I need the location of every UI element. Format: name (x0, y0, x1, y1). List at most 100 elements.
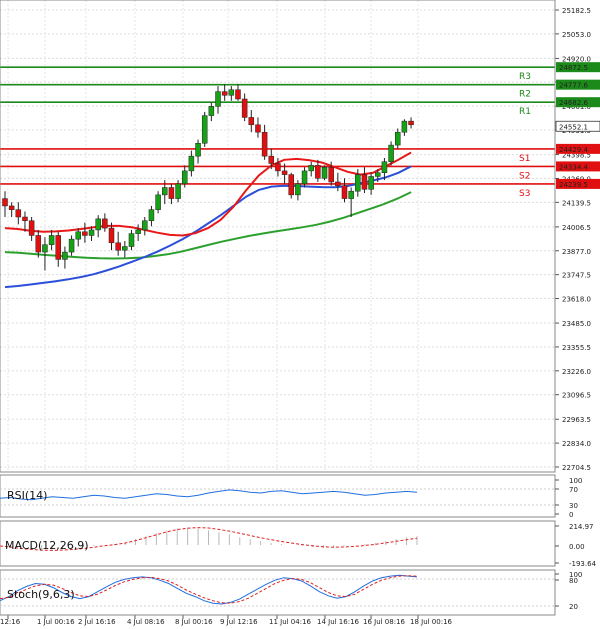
price-tick-label: 22704.5 (562, 464, 591, 472)
level-label-r3: R3 (519, 72, 531, 82)
candle-body (288, 174, 294, 196)
candle-body (268, 155, 275, 164)
level-price-value-s3: 24239.5 (559, 181, 588, 189)
candle-body (368, 176, 374, 190)
price-chart: R3R2R1S1S2S3 25182.525053.024920.024791.… (0, 0, 600, 629)
candle-body (341, 185, 348, 199)
candle-body (155, 194, 161, 210)
macd-tick-label: 214.97 (569, 523, 594, 531)
macd-tick-label: 0.00 (569, 543, 585, 551)
price-tick-label: 25182.5 (562, 7, 591, 15)
candle-body (215, 91, 221, 107)
time-tick-label: 4 Jul 08:16 (127, 618, 165, 626)
stoch-panel-frame (0, 569, 556, 616)
level-price-value-s1: 24429.4 (559, 146, 588, 154)
price-tick-label: 23226.0 (562, 368, 591, 376)
candle-body (55, 235, 62, 260)
candle-body (195, 142, 201, 157)
rsi-panel: RSI(14) 10070 300 (0, 474, 582, 519)
candle-body (8, 205, 15, 210)
time-tick-label: 11 Jul 04:16 (269, 618, 312, 626)
time-tick-label: 14 Jul 16:16 (317, 618, 360, 626)
candle-body (75, 231, 81, 240)
price-tick-label: 23485.0 (562, 320, 591, 328)
price-tick-label: 23747.5 (562, 272, 591, 280)
candle-body (201, 115, 208, 144)
time-tick-label: 8 Jul 00:16 (175, 618, 213, 626)
candle-body (401, 120, 408, 133)
candle-body (188, 155, 195, 172)
candle-body (15, 209, 22, 218)
candle-body (35, 235, 42, 253)
candle-body (348, 190, 354, 199)
candle-body (408, 120, 414, 126)
level-price-value-r1: 24682.6 (559, 99, 588, 107)
candle-body (115, 242, 121, 251)
candle-body (82, 231, 88, 236)
candle-body (102, 218, 108, 229)
candle-body (2, 198, 8, 207)
stoch-panel: Stoch(9,6,3) 1008020 (0, 569, 582, 616)
rsi-label: RSI(14) (7, 489, 47, 502)
level-price-value-r2: 24777.6 (559, 82, 588, 90)
level-price-value-s2: 24334.4 (559, 163, 588, 171)
candle-body (275, 163, 281, 172)
candle-body (355, 174, 361, 192)
price-tick-label: 25053.0 (562, 31, 591, 39)
stoch-tick-label: 80 (569, 577, 578, 585)
rsi-tick-label: 70 (569, 486, 578, 494)
price-tick-label: 22834.0 (562, 440, 591, 448)
rsi-tick-label: 100 (569, 477, 582, 485)
price-tick-label: 23355.5 (562, 344, 591, 352)
candle-body (388, 144, 394, 162)
candle-body (181, 170, 188, 185)
time-tick-label: 18 Jul 00:16 (410, 618, 453, 626)
candle-body (241, 98, 248, 118)
candle-body (148, 209, 155, 221)
candle-body (228, 89, 235, 96)
candle-body (135, 229, 141, 234)
time-tick-label: 9 Jul 12:16 (220, 618, 258, 626)
rsi-panel-frame (0, 474, 556, 518)
stoch-tick-label: 20 (569, 603, 578, 611)
candle-body (142, 220, 148, 231)
level-label-s1: S1 (519, 154, 530, 164)
candle-body (308, 165, 314, 172)
price-tick-label: 23877.0 (562, 248, 591, 256)
level-label-s3: S3 (519, 189, 530, 199)
candle-body (28, 220, 35, 236)
macd-panel: MACD(12,26,9) 214.97 0.00 -193.64 (0, 520, 597, 568)
candle-body (321, 166, 328, 179)
time-tick-label: 1 Jul 00:16 (37, 618, 75, 626)
macd-tick-label: -193.64 (569, 560, 597, 568)
candle-body (162, 187, 168, 196)
candle-body (168, 187, 175, 199)
price-tick-label: 24139.5 (562, 199, 591, 207)
candle-body (48, 235, 55, 245)
level-label-r1: R1 (519, 107, 531, 117)
candle-body (301, 170, 308, 185)
candle-body (361, 174, 368, 190)
candle-body (281, 170, 288, 175)
price-tick-label: 24006.5 (562, 224, 591, 232)
candle-body (95, 218, 101, 231)
candle-body (221, 91, 228, 96)
candle-body (128, 233, 135, 247)
candle-body (208, 106, 215, 116)
macd-label: MACD(12,26,9) (5, 539, 89, 552)
candle-body (42, 244, 48, 253)
stoch-label: Stoch(9,6,3) (7, 588, 75, 601)
rsi-tick-label: 30 (569, 502, 578, 510)
candle-body (335, 181, 341, 186)
time-tick-label: 16 Jul 08:16 (363, 618, 406, 626)
candle-body (22, 216, 28, 221)
candle-body (88, 229, 95, 236)
candle-body (248, 117, 255, 126)
candle-body (122, 246, 128, 251)
candle-body (235, 89, 241, 100)
level-price-value-r3: 24872.5 (559, 64, 588, 72)
candle-body (175, 183, 181, 199)
level-label-r2: R2 (519, 90, 531, 100)
rsi-tick-label: 0 (569, 511, 573, 519)
candle-body (108, 227, 115, 244)
